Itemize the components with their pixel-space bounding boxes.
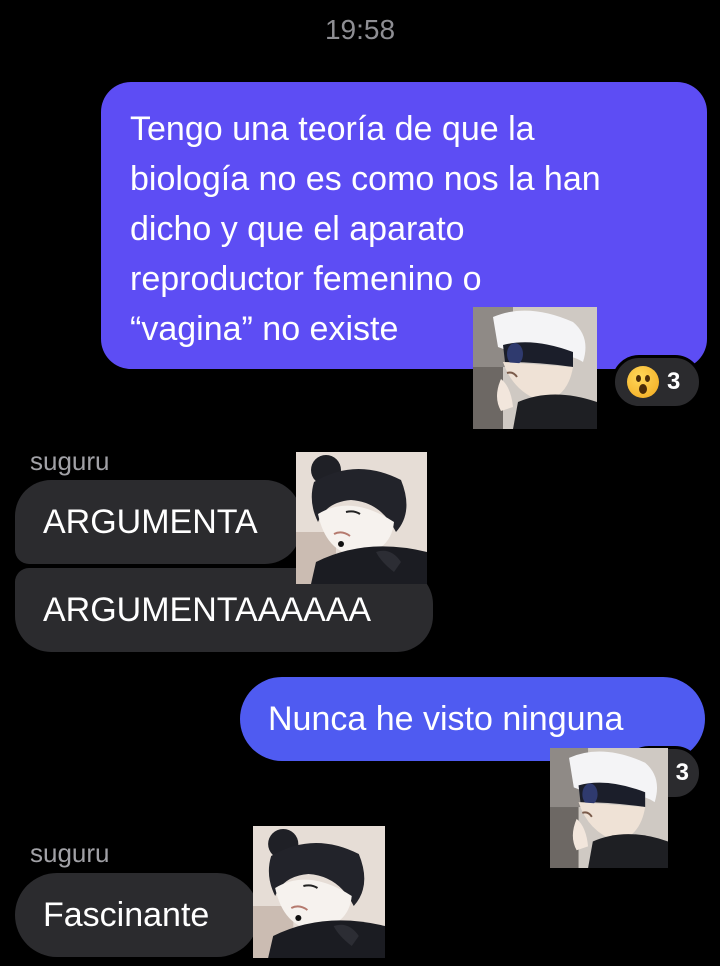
message-reaction[interactable]: 3 xyxy=(612,355,702,409)
incoming-message-bubble[interactable]: Fascinante xyxy=(15,873,259,957)
astonished-face-emoji-icon xyxy=(627,366,659,398)
sender-name: suguru xyxy=(30,838,110,868)
suguru-avatar[interactable] xyxy=(296,452,427,584)
gojo-avatar[interactable] xyxy=(550,748,668,868)
gojo-avatar[interactable] xyxy=(473,307,597,429)
suguru-avatar-image xyxy=(296,452,427,584)
suguru-avatar[interactable] xyxy=(253,826,385,958)
reaction-count: 3 xyxy=(667,368,681,395)
gojo-avatar-image xyxy=(550,748,668,868)
gojo-avatar-image xyxy=(473,307,597,429)
message-timestamp: 19:58 xyxy=(324,14,396,45)
outgoing-message-bubble[interactable]: Tengo una teoría de que la biología no e… xyxy=(101,82,707,369)
suguru-avatar-image xyxy=(253,826,385,958)
reaction-count: 3 xyxy=(675,759,689,786)
incoming-message-bubble[interactable]: ARGUMENTA xyxy=(15,480,301,564)
sender-name: suguru xyxy=(30,446,110,476)
